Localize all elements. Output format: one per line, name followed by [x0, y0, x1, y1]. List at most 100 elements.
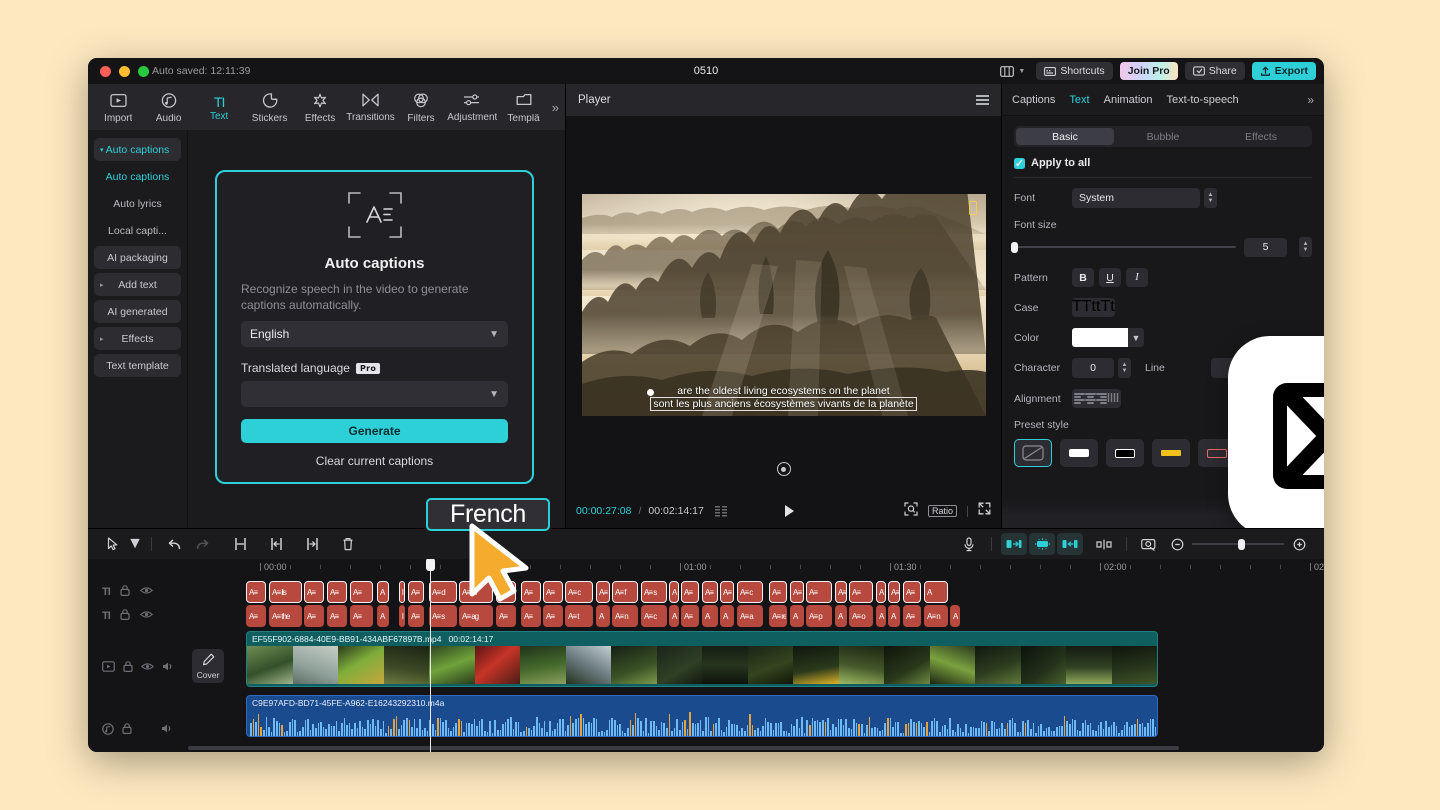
text-clip[interactable]: A — [720, 605, 734, 627]
shortcuts-button[interactable]: Shortcuts — [1036, 62, 1112, 80]
window-controls[interactable] — [100, 66, 149, 77]
tab-captions[interactable]: Captions — [1012, 94, 1055, 106]
sidebar-item-ai-generated[interactable]: AI generated — [94, 300, 181, 323]
lock-icon[interactable] — [122, 723, 132, 737]
text-clip[interactable]: A — [888, 605, 900, 627]
text-clip[interactable]: A — [596, 605, 610, 627]
text-clip[interactable]: A≡ — [408, 581, 424, 603]
playhead-handle[interactable] — [426, 559, 435, 571]
text-clip[interactable]: A≡ the — [269, 605, 302, 627]
more-tools-icon[interactable]: » — [552, 100, 559, 115]
zoom-slider-knob[interactable] — [1238, 539, 1245, 550]
timeline-ruler[interactable]: 00:00 00:30 01:00 01:30 — [228, 559, 1324, 579]
font-size-stepper[interactable]: ▲▼ — [1299, 237, 1312, 257]
video-clip[interactable]: EF55F902-6884-40E9-BB91-434ABF67897B.mp4… — [246, 631, 1158, 687]
text-clip[interactable]: A≡ — [543, 581, 563, 603]
more-tabs-icon[interactable]: » — [1307, 93, 1314, 107]
text-clip[interactable]: A≡ — [790, 581, 804, 603]
tab-text-to-speech[interactable]: Text-to-speech — [1167, 94, 1239, 106]
tool-tab-adjustment[interactable]: Adjustment — [447, 91, 497, 123]
text-clip[interactable]: A — [876, 581, 886, 603]
alignment-group[interactable] — [1072, 389, 1121, 408]
tool-tab-filters[interactable]: Filters — [397, 91, 445, 124]
apply-to-all-row[interactable]: ✓ Apply to all — [1014, 157, 1312, 169]
segment-effects[interactable]: Effects — [1212, 128, 1310, 145]
text-clip[interactable]: A≡ f — [612, 581, 638, 603]
text-clip[interactable]: A≡ c — [565, 581, 593, 603]
color-swatch[interactable] — [1072, 328, 1128, 347]
ratio-button[interactable]: Ratio — [928, 505, 957, 517]
text-clip[interactable]: A≡ — [596, 581, 610, 603]
sidebar-item-text-template[interactable]: Text template — [94, 354, 181, 377]
underline-button[interactable]: U — [1099, 268, 1121, 287]
text-clip[interactable]: A≡ — [849, 581, 873, 603]
generate-button[interactable]: Generate — [241, 419, 508, 443]
export-button[interactable]: Export — [1252, 62, 1316, 80]
text-clip[interactable]: A≡ — [681, 581, 699, 603]
case-uppercase-button[interactable]: TT — [1072, 298, 1092, 317]
visibility-icon[interactable] — [140, 610, 153, 622]
preset-style-black-box[interactable] — [1106, 439, 1144, 467]
auto-adjust-icon[interactable] — [1029, 533, 1055, 555]
player-menu-icon[interactable] — [976, 95, 989, 105]
text-clip[interactable]: A≡ — [543, 605, 563, 627]
text-clip[interactable]: A≡ — [903, 581, 921, 603]
caption-translated[interactable]: sont les plus anciens écosystèmes vivant… — [650, 397, 916, 411]
text-clip[interactable]: A≡ — [327, 605, 347, 627]
play-button[interactable] — [785, 505, 794, 517]
text-clip[interactable]: A≡ d — [429, 581, 457, 603]
volume-icon[interactable] — [162, 661, 174, 675]
timeline-scrollbar[interactable] — [188, 746, 1314, 750]
delete-icon[interactable] — [335, 533, 361, 555]
video-preview[interactable]: are the oldest living ecosystems on the … — [582, 194, 986, 416]
keyframe-out-icon[interactable] — [1057, 533, 1083, 555]
lock-icon[interactable] — [120, 609, 130, 623]
text-clip[interactable]: A≡ s — [429, 605, 457, 627]
slider-knob[interactable] — [1011, 242, 1018, 253]
text-clip[interactable]: l — [399, 605, 405, 627]
text-clip[interactable]: A≡ o — [849, 605, 873, 627]
text-clip[interactable]: A≡ ils — [269, 581, 302, 603]
text-clip[interactable]: A — [950, 605, 960, 627]
tool-tab-transitions[interactable]: Transitions — [346, 91, 395, 123]
snapshot-icon[interactable] — [1136, 533, 1162, 555]
text-clip[interactable]: A≡ — [350, 581, 373, 603]
zoom-out-icon[interactable] — [1164, 533, 1190, 555]
text-clip[interactable]: A≡ — [903, 605, 921, 627]
text-clip[interactable]: A — [377, 581, 389, 603]
text-clip[interactable]: A≡ — [304, 581, 324, 603]
sidebar-item-effects[interactable]: Effects — [94, 327, 181, 350]
sidebar-item-auto-captions[interactable]: Auto captions — [94, 165, 181, 188]
align-vertical-icon[interactable] — [1107, 390, 1119, 408]
text-clip[interactable]: A≡ — [888, 581, 900, 603]
align-left-icon[interactable] — [1074, 393, 1085, 404]
zoom-fit-icon[interactable] — [904, 502, 918, 521]
tool-tab-template[interactable]: Templä — [499, 91, 547, 124]
sidebar-item-auto-captions-group[interactable]: Auto captions — [94, 138, 181, 161]
lock-icon[interactable] — [120, 585, 130, 599]
text-clip[interactable]: A — [377, 605, 389, 627]
mic-icon[interactable] — [956, 533, 982, 555]
caption-overlay[interactable]: are the oldest living ecosystems on the … — [582, 385, 986, 411]
text-clip[interactable]: A — [669, 581, 679, 603]
playhead[interactable] — [430, 559, 431, 752]
preset-style-yellow-bar[interactable] — [1152, 439, 1190, 467]
text-clip[interactable]: A≡ — [496, 605, 516, 627]
tool-tab-import[interactable]: Import — [94, 91, 142, 124]
text-clip[interactable]: A≡ n — [924, 605, 948, 627]
caption-drag-handle[interactable] — [647, 389, 654, 396]
split-marker-icon[interactable] — [1091, 533, 1117, 555]
undo-icon[interactable] — [161, 533, 187, 555]
cover-button[interactable]: Cover — [192, 649, 224, 683]
segment-bubble[interactable]: Bubble — [1114, 128, 1212, 145]
text-clip[interactable]: A≡ p — [806, 605, 832, 627]
text-clip[interactable]: A — [702, 605, 718, 627]
keyframe-in-icon[interactable] — [1001, 533, 1027, 555]
text-clip[interactable]: A≡ s — [641, 581, 667, 603]
visibility-icon[interactable] — [140, 586, 153, 598]
align-center-icon[interactable] — [1085, 393, 1096, 404]
bold-button[interactable]: B — [1072, 268, 1094, 287]
font-stepper[interactable]: ▲▼ — [1204, 188, 1217, 208]
audio-clip[interactable]: C9E97AFD-BD71-45FE-A962-E16243292310.m4a — [246, 695, 1158, 737]
timeline-lanes[interactable]: 00:00 00:30 01:00 01:30 — [228, 559, 1324, 752]
